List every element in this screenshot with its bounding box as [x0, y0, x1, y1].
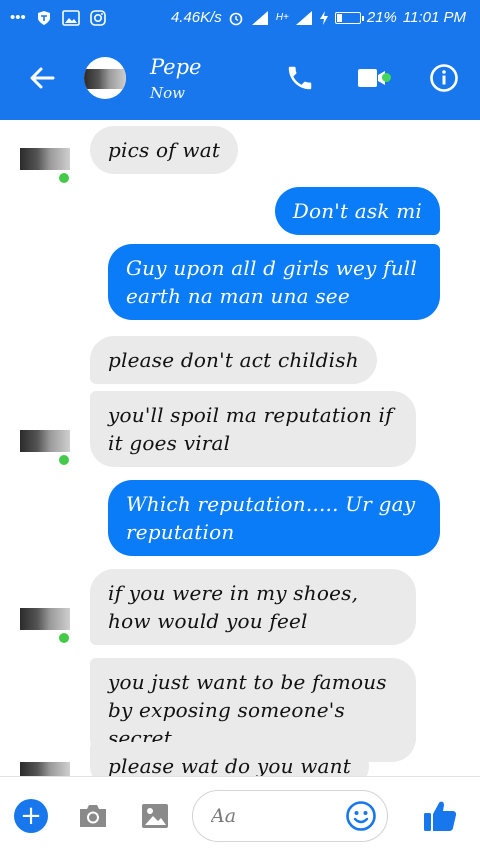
phone-icon — [288, 66, 312, 89]
online-indicator — [56, 452, 72, 468]
camera-button[interactable] — [62, 777, 124, 854]
video-call-button[interactable] — [336, 35, 408, 120]
network-speed: 4.46K/s — [170, 9, 222, 26]
battery-icon — [334, 11, 364, 24]
online-indicator — [382, 73, 391, 82]
contact-status: Now — [150, 83, 185, 102]
message-input-wrap — [192, 789, 388, 842]
outgoing-message[interactable]: Which reputation..... Ur gay reputation — [108, 480, 440, 556]
sender-avatar[interactable] — [20, 416, 72, 468]
online-indicator — [56, 170, 72, 186]
camera-icon — [80, 804, 106, 827]
like-button[interactable] — [400, 777, 480, 854]
alarm-icon — [228, 10, 244, 26]
plus-icon: + — [14, 798, 48, 833]
chat-header: Pepe Now — [0, 35, 480, 120]
charging-icon — [319, 10, 329, 26]
signal-icon — [250, 10, 270, 26]
gallery-button[interactable] — [124, 777, 186, 854]
network-type-label: H+ — [275, 12, 289, 23]
outgoing-message[interactable]: Don't ask mi — [274, 187, 440, 235]
gallery-notification-icon — [61, 9, 80, 26]
sender-avatar[interactable] — [20, 134, 72, 186]
signal-icon-2 — [295, 10, 313, 26]
message-input[interactable] — [211, 804, 341, 827]
clock: 11:01 PM — [402, 9, 466, 26]
image-icon — [142, 803, 168, 828]
emoji-button[interactable] — [345, 800, 377, 836]
sender-avatar[interactable] — [20, 594, 72, 646]
status-bar: ••• 4.46K/s H+ 21% 11:01 PM — [0, 0, 480, 35]
outgoing-message[interactable]: Guy upon all d girls wey full earth na m… — [108, 244, 440, 320]
message-composer: + — [0, 776, 480, 854]
battery-percent: 21% — [366, 9, 397, 26]
add-button[interactable]: + — [0, 777, 62, 854]
sender-avatar[interactable] — [20, 748, 70, 776]
notification-dots: ••• — [10, 9, 26, 26]
online-indicator — [56, 630, 72, 646]
contact-info[interactable]: Pepe Now — [150, 54, 202, 102]
incoming-message[interactable]: please wat do you want — [90, 742, 369, 776]
shield-icon — [36, 10, 52, 26]
thumbs-up-icon — [424, 801, 457, 831]
arrow-left-icon — [30, 67, 55, 88]
contact-avatar[interactable] — [84, 56, 126, 99]
instagram-icon — [89, 9, 106, 26]
incoming-message[interactable]: please don't act childish — [90, 336, 377, 384]
info-button[interactable] — [408, 35, 480, 120]
back-button[interactable] — [0, 35, 84, 120]
info-icon — [430, 63, 458, 92]
incoming-message[interactable]: pics of wat — [90, 126, 239, 174]
contact-name: Pepe — [150, 54, 202, 79]
incoming-message[interactable]: you'll spoil ma reputation if it goes vi… — [90, 391, 416, 467]
smiley-icon — [346, 800, 376, 831]
message-list[interactable]: pics of wat Don't ask mi Guy upon all d … — [0, 120, 480, 776]
call-button[interactable] — [264, 35, 336, 120]
incoming-message[interactable]: if you were in my shoes, how would you f… — [90, 569, 416, 645]
